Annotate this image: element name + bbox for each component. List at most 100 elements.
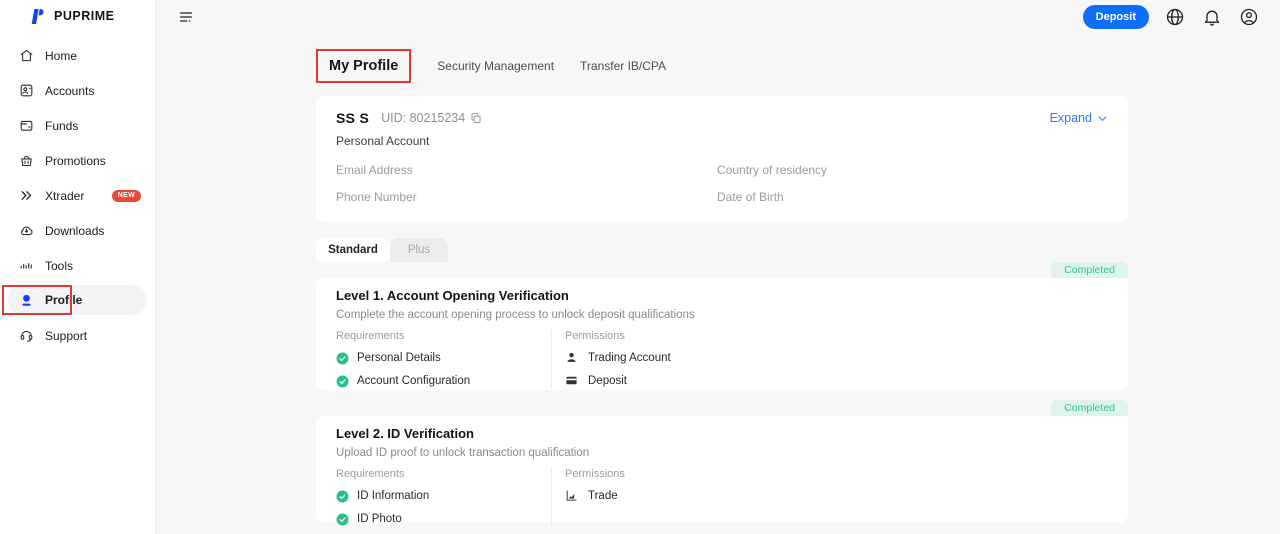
permission-label: Trading Account xyxy=(588,352,671,364)
sidebar-item-label: Promotions xyxy=(45,154,106,168)
profile-summary-card: SS S UID: 80215234 Expand Personal Accou… xyxy=(316,96,1128,222)
sidebar-item-label: Downloads xyxy=(45,224,104,238)
support-icon xyxy=(18,328,34,344)
promotions-icon xyxy=(18,153,34,169)
profile-tabs: My Profile Security Management Transfer … xyxy=(316,49,1128,82)
level-1-title: Level 1. Account Opening Verification xyxy=(336,288,1108,303)
tab-transfer-ib-cpa[interactable]: Transfer IB/CPA xyxy=(580,59,666,73)
uid-text: UID: 80215234 xyxy=(381,111,465,125)
requirement-item: Personal Details xyxy=(336,351,551,365)
user-uid: UID: 80215234 xyxy=(381,111,482,125)
sidebar-item-funds[interactable]: Funds xyxy=(0,108,155,143)
brand-logo[interactable]: PUPRIME xyxy=(0,0,155,32)
permission-item: Trading Account xyxy=(565,351,671,365)
sidebar-item-label: Profile xyxy=(45,293,82,307)
level-2-subtitle: Upload ID proof to unlock transaction qu… xyxy=(336,447,1108,460)
tab-plus[interactable]: Plus xyxy=(390,238,448,262)
sidebar-item-promotions[interactable]: Promotions xyxy=(0,143,155,178)
user-name: SS S xyxy=(336,110,369,126)
requirement-label: ID Photo xyxy=(357,513,402,525)
tab-standard[interactable]: Standard xyxy=(316,238,390,262)
sidebar-item-downloads[interactable]: Downloads xyxy=(0,213,155,248)
xtrader-icon xyxy=(18,188,34,204)
account-type: Personal Account xyxy=(336,134,1108,148)
my-profile-annotation-box: My Profile xyxy=(316,49,411,83)
tab-my-profile[interactable]: My Profile xyxy=(329,58,398,74)
permission-item: Trade xyxy=(565,489,625,503)
level-1-permissions: Permissions Trading Account xyxy=(552,330,671,388)
check-circle-icon xyxy=(336,352,349,365)
copy-icon[interactable] xyxy=(470,112,482,124)
requirements-label: Requirements xyxy=(336,468,551,480)
profile-fields: Email Address Country of residency Phone… xyxy=(336,163,1108,204)
profile-identity-row: SS S UID: 80215234 xyxy=(336,110,1108,126)
deposit-button[interactable]: Deposit xyxy=(1083,5,1149,29)
app-window: PUPRIME Home Accounts Funds xyxy=(0,0,1280,534)
sidebar-item-label: Xtrader xyxy=(45,189,84,203)
downloads-icon xyxy=(18,223,34,239)
sidebar-item-accounts[interactable]: Accounts xyxy=(0,73,155,108)
sidebar-item-label: Accounts xyxy=(45,84,94,98)
tools-icon xyxy=(18,258,34,274)
permissions-label: Permissions xyxy=(565,330,671,342)
permission-label: Trade xyxy=(588,490,618,502)
permissions-label: Permissions xyxy=(565,468,625,480)
sidebar-item-xtrader[interactable]: Xtrader NEW xyxy=(0,178,155,213)
trade-chart-icon xyxy=(565,489,579,503)
chevron-down-icon xyxy=(1097,113,1108,124)
topbar: Deposit xyxy=(175,5,1260,29)
requirement-label: Personal Details xyxy=(357,352,441,364)
permission-item: Deposit xyxy=(565,374,671,388)
level-1-requirements: Requirements Personal Details xyxy=(336,330,552,388)
sidebar-item-tools[interactable]: Tools xyxy=(0,248,155,283)
sidebar-item-label: Funds xyxy=(45,119,78,133)
field-country-of-residency: Country of residency xyxy=(717,163,1108,177)
topbar-actions: Deposit xyxy=(1083,5,1260,29)
level-2-title: Level 2. ID Verification xyxy=(336,426,1108,441)
expand-label: Expand xyxy=(1050,111,1092,125)
sidebar-item-label: Support xyxy=(45,329,87,343)
collapse-menu-icon[interactable] xyxy=(175,6,197,28)
requirements-label: Requirements xyxy=(336,330,551,342)
level-2-requirements: Requirements ID Information xyxy=(336,468,552,526)
check-circle-icon xyxy=(336,490,349,503)
new-badge: NEW xyxy=(112,190,141,202)
profile-icon xyxy=(18,292,34,308)
requirement-label: Account Configuration xyxy=(357,375,470,387)
expand-toggle[interactable]: Expand xyxy=(1050,111,1108,125)
field-phone-number: Phone Number xyxy=(336,190,717,204)
level-1-columns: Requirements Personal Details xyxy=(336,330,1108,388)
user-icon[interactable] xyxy=(1238,6,1260,28)
sidebar-item-label: Tools xyxy=(45,259,73,273)
requirement-item: Account Configuration xyxy=(336,374,551,388)
tab-security-management[interactable]: Security Management xyxy=(437,59,554,73)
puprime-logo-icon xyxy=(28,7,47,26)
sidebar: PUPRIME Home Accounts Funds xyxy=(0,0,156,534)
brand-name: PUPRIME xyxy=(54,9,114,23)
requirement-item: ID Photo xyxy=(336,512,551,526)
sidebar-item-home[interactable]: Home xyxy=(0,38,155,73)
status-badge: Completed xyxy=(1051,400,1128,416)
sidebar-item-support[interactable]: Support xyxy=(0,318,155,353)
content-column: My Profile Security Management Transfer … xyxy=(316,44,1128,522)
check-circle-icon xyxy=(336,375,349,388)
home-icon xyxy=(18,48,34,64)
deposit-card-icon xyxy=(565,374,579,388)
requirement-label: ID Information xyxy=(357,490,429,502)
permission-label: Deposit xyxy=(588,375,627,387)
trading-account-icon xyxy=(565,351,579,365)
sidebar-item-label: Home xyxy=(45,49,77,63)
level-2-status-row: Completed xyxy=(316,400,1128,416)
level-1-subtitle: Complete the account opening process to … xyxy=(336,309,1108,322)
funds-icon xyxy=(18,118,34,134)
main-area: Deposit My Profile Security Management xyxy=(156,0,1280,534)
level-2-block: Completed Level 2. ID Verification Uploa… xyxy=(316,400,1128,522)
check-circle-icon xyxy=(336,513,349,526)
globe-icon[interactable] xyxy=(1164,6,1186,28)
bell-icon[interactable] xyxy=(1201,6,1223,28)
sidebar-item-profile[interactable]: Profile xyxy=(8,285,147,315)
level-1-block: Completed Level 1. Account Opening Verif… xyxy=(316,262,1128,390)
requirement-item: ID Information xyxy=(336,489,551,503)
status-badge: Completed xyxy=(1051,262,1128,278)
level-1-status-row: Completed xyxy=(316,262,1128,278)
